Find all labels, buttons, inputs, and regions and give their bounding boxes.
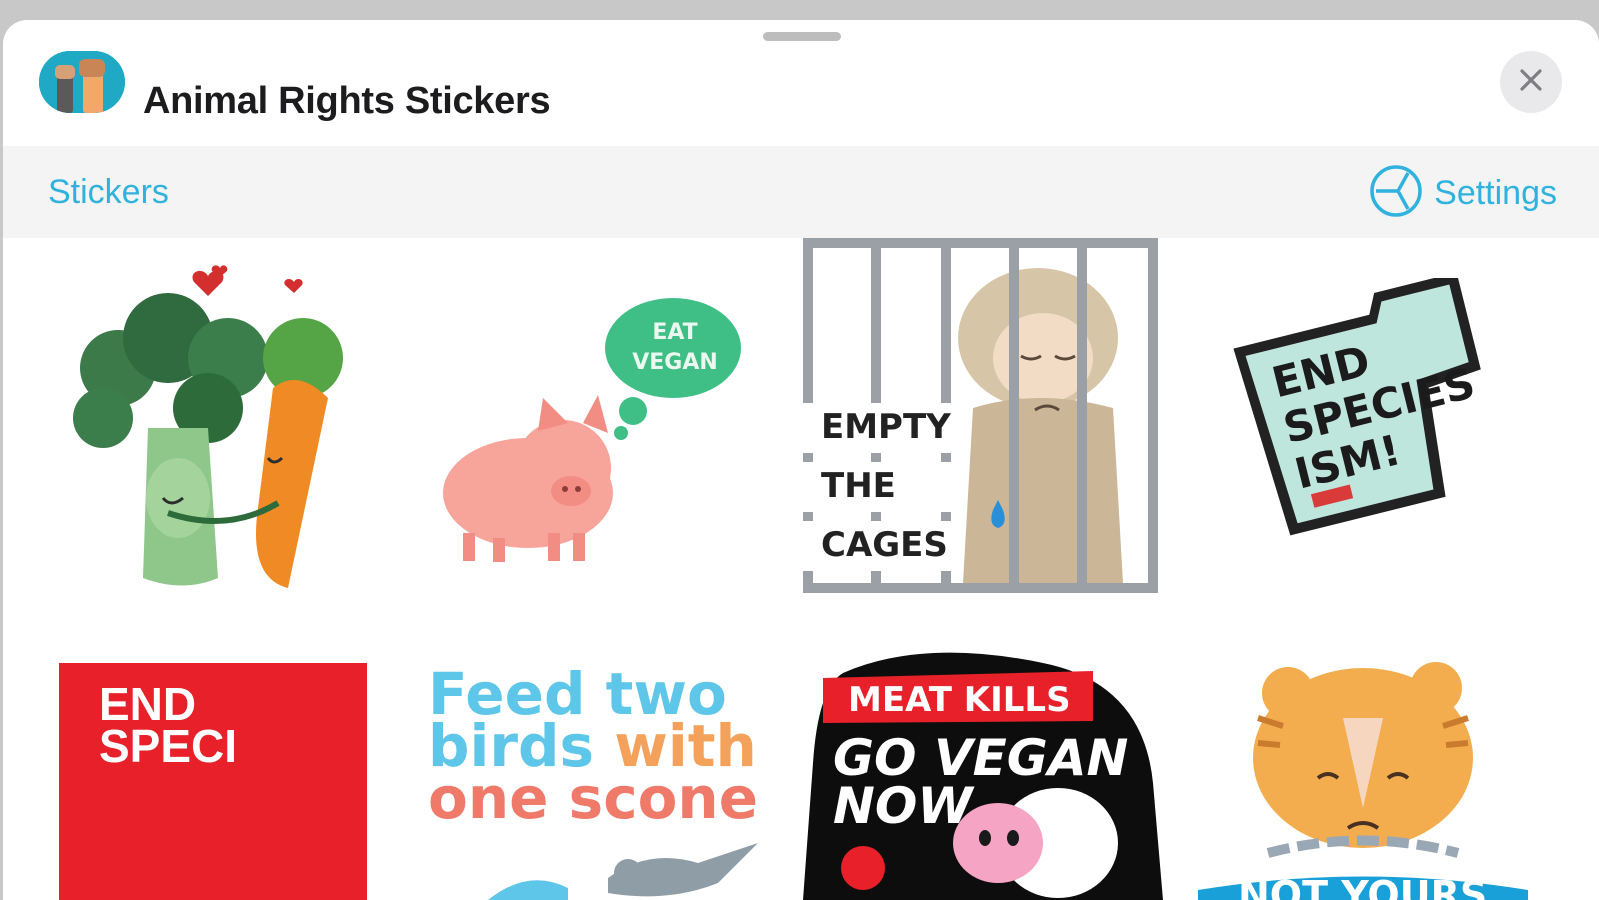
settings-button[interactable]: Settings [1368,163,1557,224]
header: Animal Rights Stickers [3,20,1599,146]
sticker-broccoli-carrot[interactable] [58,258,358,598]
close-icon [1518,67,1544,98]
sticker-pig-eat-vegan[interactable]: EAT VEGAN [433,293,743,563]
sticker-text-now: NOW [833,777,975,835]
sticker-text-empty: EMPTY [821,407,951,447]
speech-text-vegan: VEGAN [632,350,718,375]
close-button[interactable] [1500,51,1562,113]
tab-stickers[interactable]: Stickers [48,173,169,212]
sticker-end-speciesism[interactable]: END SPECIES ISM! [1223,278,1513,548]
sticker-grid: EAT VEGAN EMPTY THE CAGES END SPECIES IS… [3,238,1599,900]
speech-text-eat: EAT [652,320,697,345]
sticker-empty-the-cages[interactable]: EMPTY THE CAGES [803,238,1158,593]
sticker-text-speci: SPECI [99,720,238,772]
sticker-toolbar: Stickers Settings [3,146,1599,238]
sticker-text-the: THE [821,466,896,506]
sticker-end-speci[interactable]: END SPECI [59,663,367,900]
settings-label: Settings [1434,174,1557,212]
sticker-meat-kills[interactable]: MEAT KILLS GO VEGAN NOW [803,643,1163,900]
sticker-text-cages: CAGES [821,525,948,565]
sticker-text-not-yours: NOT YOURS [1238,873,1487,900]
app-title: Animal Rights Stickers [143,80,551,122]
sticker-text-meat-kills: MEAT KILLS [848,680,1071,720]
settings-icon [1368,163,1424,224]
sticker-tiger-not-yours[interactable]: NOT YOURS [1198,658,1538,900]
sticker-sheet: Animal Rights Stickers Stickers Settings [3,20,1599,900]
fist-raised-icon [39,51,125,113]
sticker-feed-two-birds[interactable]: Feed two birds with one scone [428,665,768,900]
